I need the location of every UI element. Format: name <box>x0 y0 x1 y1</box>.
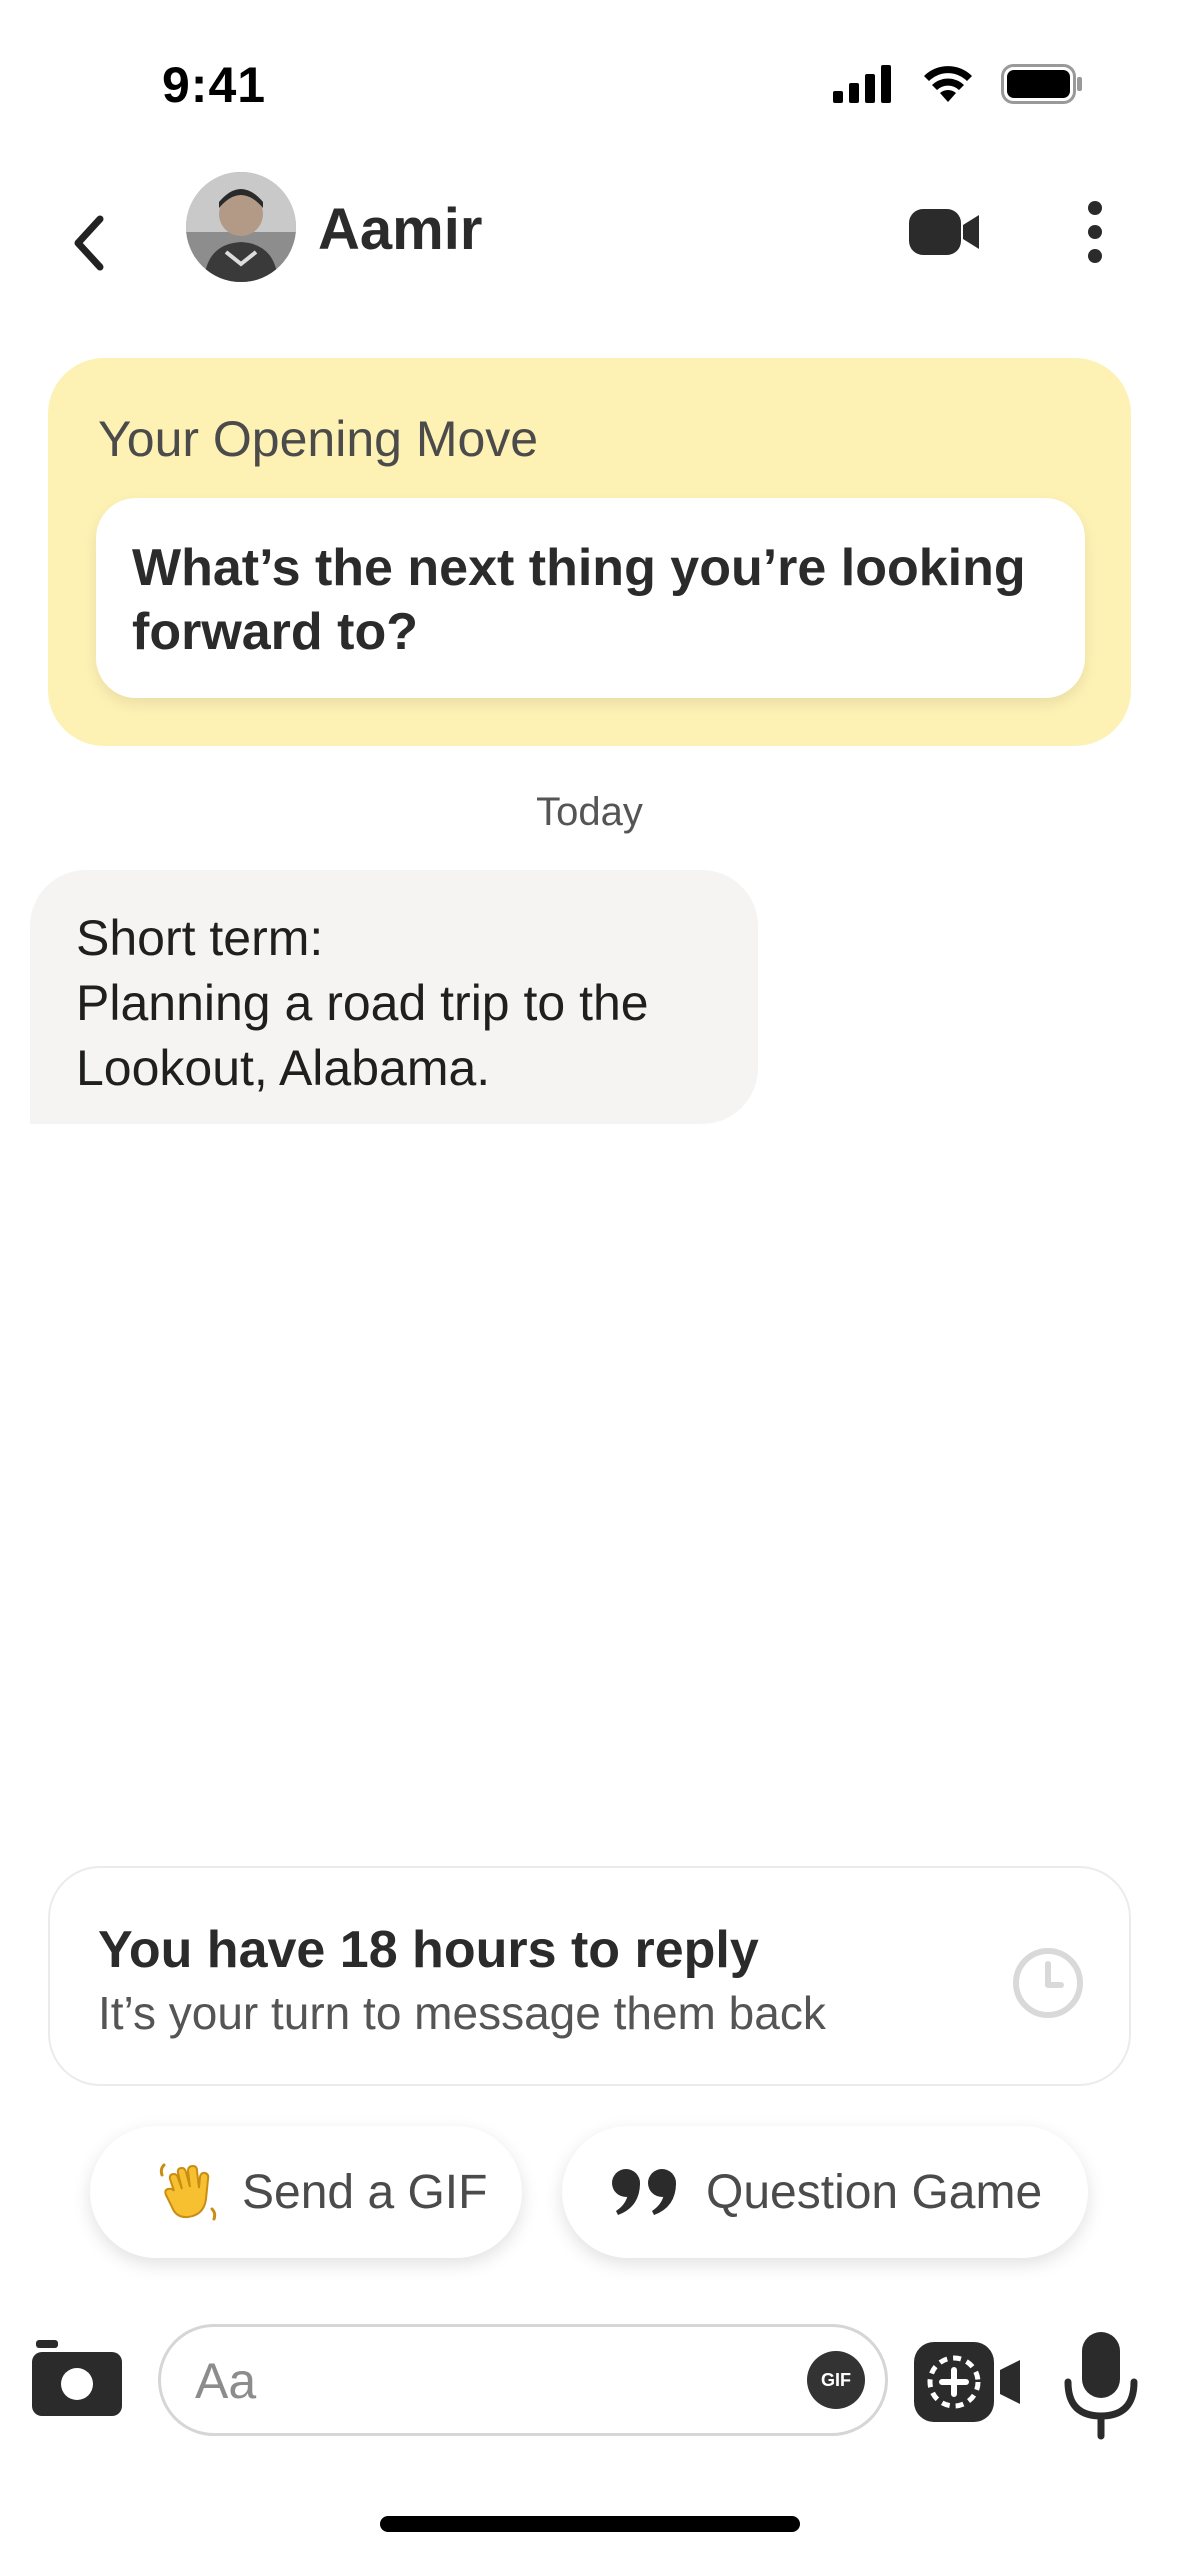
reply-timer-subtitle: It’s your turn to message them back <box>98 1987 826 2039</box>
more-options-button[interactable] <box>1070 192 1120 272</box>
chat-header: Aamir <box>0 170 1179 320</box>
clock-icon <box>1013 1948 1083 2018</box>
signal-icon <box>833 65 891 103</box>
chat-screen: 9:41 Aamir Your Opening Move What’s the … <box>0 0 1179 2556</box>
contact-name[interactable]: Aamir <box>318 196 482 263</box>
video-call-button[interactable] <box>900 192 990 272</box>
home-indicator[interactable] <box>380 2516 800 2532</box>
question-game-button[interactable]: Question Game <box>562 2126 1088 2258</box>
question-game-label: Question Game <box>706 2165 1043 2219</box>
message-line: Short term: <box>76 910 324 966</box>
video-add-icon <box>914 2342 1020 2422</box>
profile-photo <box>186 172 296 282</box>
opening-move-question: What’s the next thing you’re looking for… <box>96 498 1085 698</box>
wifi-icon <box>924 66 972 102</box>
send-gif-button[interactable]: Send a GIF <box>90 2126 522 2258</box>
message-line: Planning a road trip to the <box>76 975 649 1031</box>
opening-move-card: Your Opening Move What’s the next thing … <box>48 358 1131 746</box>
opening-move-title: Your Opening Move <box>98 411 539 467</box>
back-button[interactable] <box>48 198 128 288</box>
camera-icon <box>32 2340 122 2416</box>
reply-timer-title: You have 18 hours to reply <box>98 1921 759 1979</box>
chevron-left-icon <box>74 215 104 271</box>
battery-icon <box>1001 64 1082 104</box>
reply-timer-card: You have 18 hours to reply It’s your tur… <box>48 1866 1131 2086</box>
message-input[interactable] <box>193 2347 737 2415</box>
date-separator: Today <box>536 790 643 834</box>
status-time: 9:41 <box>162 57 267 113</box>
video-camera-icon <box>909 209 979 255</box>
send-gif-label: Send a GIF <box>242 2165 488 2219</box>
status-icons <box>833 64 1083 104</box>
quote-icon <box>610 2167 684 2217</box>
video-note-button[interactable] <box>912 2340 1024 2424</box>
received-message[interactable]: Short term: Planning a road trip to the … <box>30 870 758 1124</box>
message-line: Lookout, Alabama. <box>76 1040 491 1096</box>
message-composer: GIF <box>158 2324 888 2436</box>
gif-picker-button[interactable]: GIF <box>807 2351 865 2409</box>
microphone-button[interactable] <box>1062 2330 1140 2440</box>
microphone-icon <box>1064 2332 1138 2440</box>
avatar[interactable] <box>186 172 296 282</box>
camera-button[interactable] <box>30 2338 124 2418</box>
more-vertical-icon <box>1088 201 1102 263</box>
waving-hand-icon <box>158 2161 220 2223</box>
status-bar: 9:41 <box>0 0 1179 170</box>
